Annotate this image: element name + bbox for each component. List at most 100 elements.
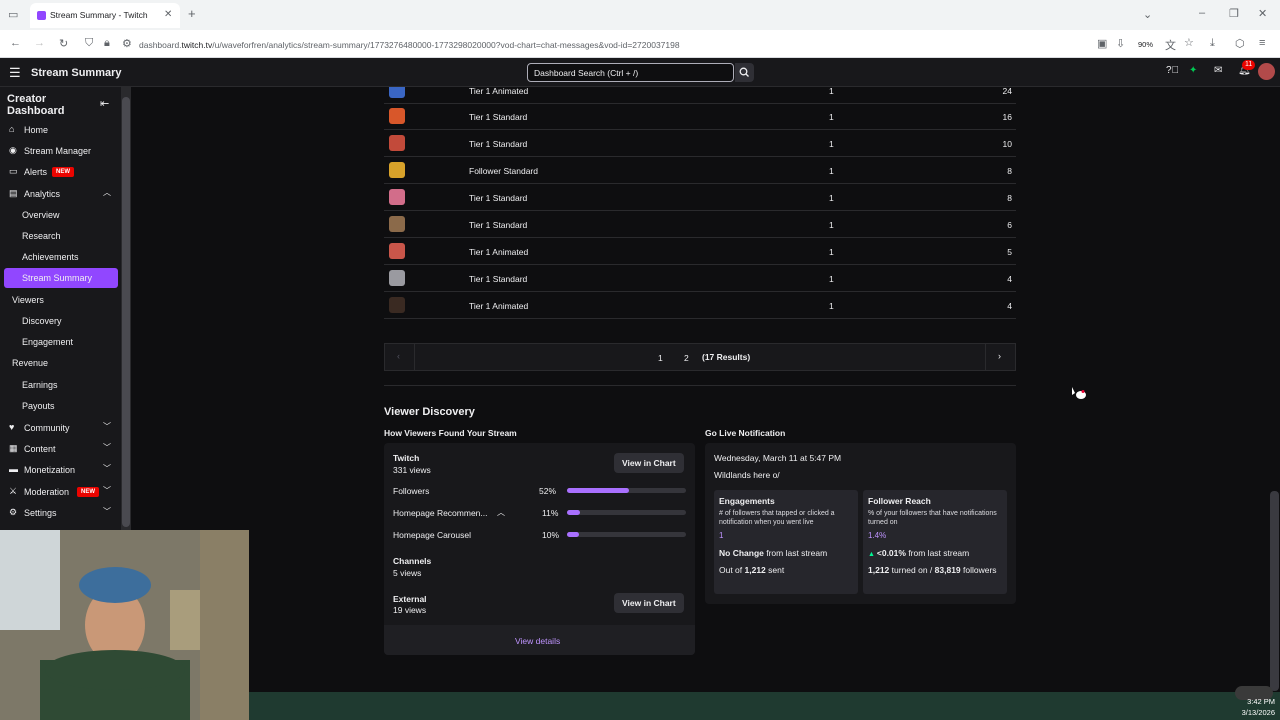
source-label: Followers [393,486,430,496]
chevron-down-icon: ﹀ [103,507,111,516]
avatar[interactable] [1258,63,1275,80]
hamburger-icon[interactable]: ☰ [9,65,21,81]
view-in-chart-button[interactable]: View in Chart [614,453,684,473]
sent-rest: sent [765,565,785,575]
sidebar-item-monetization[interactable]: ▬ Monetization ﹀ [0,460,121,480]
engagements-desc: # of followers that tapped or clicked a … [719,510,835,526]
back-icon[interactable]: ← [10,37,21,49]
go-live-message: Wildlands here o/ [714,470,780,480]
sidebar-item-label: Analytics [24,189,61,199]
broadcast-icon: ◉ [9,145,17,155]
sidebar-item-discovery[interactable]: Discovery [0,311,121,331]
sidebar-item-content[interactable]: ▦ Content ﹀ [0,439,121,459]
sidebar-item-label: Revenue [12,358,49,368]
sidebar-item-label: Achievements [22,252,79,262]
sidebar-item-label: Viewers [12,295,44,305]
out-of: Out of [719,565,745,575]
sidebar-item-research[interactable]: Research [0,226,121,246]
sidebar-item-label: Engagement [22,337,74,347]
sidebar-item-revenue[interactable]: Revenue [0,353,121,373]
sidebar-item-community[interactable]: ♥ Community ﹀ [0,418,121,438]
screenshot-icon[interactable]: ▣ [1097,37,1107,50]
source-label[interactable]: Homepage Recommen... [393,508,488,518]
next-page-button[interactable]: › [985,344,1015,370]
save-page-icon[interactable]: ⇩ [1116,37,1125,50]
sidebar-item-payouts[interactable]: Payouts [0,396,121,416]
sidebar-item-achievements[interactable]: Achievements [0,247,121,267]
lock-icon[interactable]: 🔒︎ [104,37,110,50]
emote-image [389,243,405,259]
new-tab-icon[interactable]: + [188,6,196,21]
view-in-chart-button[interactable]: View in Chart [614,593,684,613]
table-row: Tier 1 Standard 1 16 [384,103,1016,130]
table-row: Tier 1 Animated 1 4 [384,292,1016,319]
url-text[interactable]: dashboard.twitch.tv/u/waveforfren/analyt… [139,40,680,50]
engagements-value: 1 [719,531,724,540]
view-details-link[interactable]: View details [515,636,560,646]
search-button[interactable] [735,63,754,82]
clock-time: 3:42 PM [1247,697,1275,706]
tab-list-icon[interactable]: ▭ [8,8,18,21]
forward-icon[interactable]: → [34,37,45,49]
sidebar-item-engagement[interactable]: Engagement [0,332,121,352]
tab-search-chevron-icon[interactable]: ⌄ [1143,8,1152,21]
sidebar-item-earnings[interactable]: Earnings [0,375,121,395]
dashboard-search-input[interactable]: Dashboard Search (Ctrl + /) [527,63,734,82]
sidebar-scroll-thumb[interactable] [122,97,130,527]
sidebar-item-alerts[interactable]: ▭ Alerts NEW [0,162,121,182]
sidebar-item-stream-summary[interactable]: Stream Summary [4,268,118,288]
sidebar-item-overview[interactable]: Overview [0,205,121,225]
extensions-icon[interactable]: ⬡ [1235,37,1245,50]
chevron-up-icon[interactable]: ︿ [497,507,505,518]
url-prefix: dashboard. [139,40,182,50]
page-1-button[interactable]: 1 [658,353,663,363]
search-icon [739,67,749,77]
chevron-down-icon: ﹀ [103,464,111,473]
twitch-views: 331 views [393,465,431,475]
sidebar-item-stream-manager[interactable]: ◉ Stream Manager [0,141,121,161]
engagements-change: No Change from last stream [719,548,827,558]
analytics-icon: ▤ [9,188,18,198]
sidebar-item-viewers[interactable]: Viewers [0,290,121,310]
followers-bold: 83,819 [934,565,961,575]
page-info-icon[interactable]: ⚙ [122,37,132,50]
sword-icon: ⚔ [9,486,18,496]
inbox-icon[interactable]: ✉ [1214,65,1222,76]
sidebar-item-moderation[interactable]: ⚔ Moderation NEW ﹀ [0,482,121,502]
sidebar-item-analytics[interactable]: ▤ Analytics ︿ [0,184,121,204]
translate-icon[interactable]: 文 [1165,37,1176,53]
sparkle-icon[interactable]: ✦ [1189,65,1197,76]
close-window-icon[interactable]: ✕ [1258,7,1267,20]
engagements-panel: Engagements # of followers that tapped o… [714,490,858,594]
emote-messages: 5 [1007,247,1012,257]
browser-tab[interactable]: Stream Summary - Twitch ✕ [30,3,180,28]
gear-icon: ⚙ [9,507,18,517]
table-row: Tier 1 Standard 1 10 [384,130,1016,157]
main-scroll-thumb[interactable] [1270,491,1279,691]
minimize-icon[interactable]: – [1199,7,1205,19]
restore-icon[interactable]: ❐ [1229,7,1239,20]
menu-icon[interactable]: ≡ [1259,37,1265,49]
sidebar-item-settings[interactable]: ⚙ Settings ﹀ [0,503,121,523]
sidebar-item-home[interactable]: ⌂ Home [0,120,121,140]
help-icon[interactable]: ?⃝ [1166,65,1179,76]
emote-type: Tier 1 Standard [469,220,528,230]
main-scrollbar[interactable] [1269,87,1280,692]
reload-icon[interactable]: ↻ [59,37,68,50]
zoom-level[interactable]: 90% [1138,40,1153,49]
sidebar-item-label: Home [24,125,49,135]
sent-bold: 1,212 [744,565,766,575]
downloads-icon[interactable]: ⤓ [1210,37,1215,50]
bookmark-star-icon[interactable]: ☆ [1184,36,1194,49]
external-views: 19 views [393,605,427,615]
page-2-button[interactable]: 2 [684,353,689,363]
follower-reach-panel: Follower Reach % of your followers that … [863,490,1007,594]
sidebar-scrollbar[interactable] [121,87,131,530]
url-host: twitch.tv [181,40,213,50]
emote-image [389,87,405,98]
shield-icon[interactable]: ⛉ [85,37,93,50]
prev-page-button[interactable]: ‹ [385,344,415,370]
collapse-sidebar-icon[interactable]: ⇤ [100,97,109,110]
close-tab-icon[interactable]: ✕ [164,9,172,20]
table-pagination: ‹ 1 2 (17 Results) › [384,343,1016,371]
